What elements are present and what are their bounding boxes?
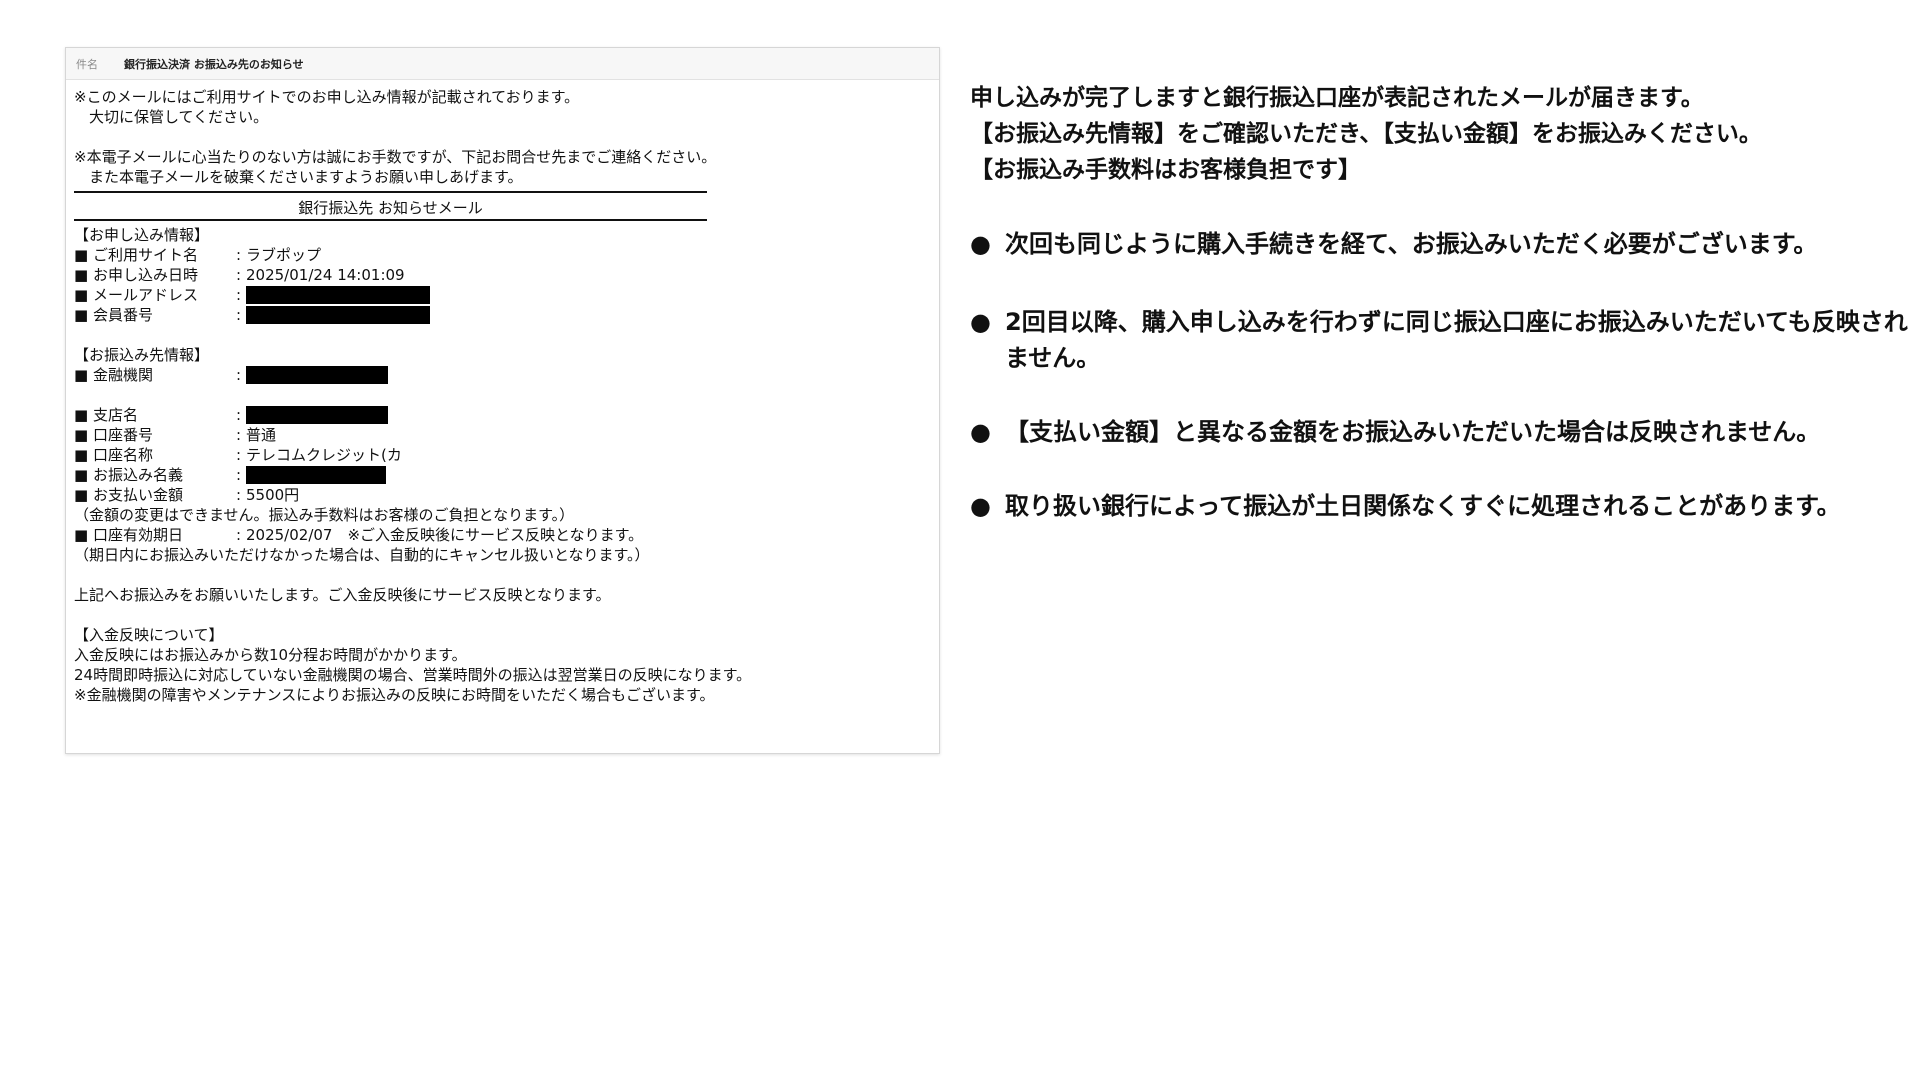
info-row: ■ 口座名称 : テレコムクレジット(カ — [74, 445, 931, 465]
note-item: ● 次回も同じように購入手続きを経て、お振込みいただく必要がございます。 — [970, 226, 1910, 262]
info-row: ■ 口座有効期日 : 2025/02/07 ※ご入金反映後にサービス反映となりま… — [74, 525, 931, 545]
note-item: ● 【支払い金額】と異なる金額をお振込みいただいた場合は反映されません。 — [970, 414, 1910, 450]
section-heading: 【お申し込み情報】 — [74, 226, 210, 244]
note-text: 2回目以降、購入申し込みを行わずに同じ振込口座にお振込みいただいても反映されませ… — [1005, 308, 1908, 372]
info-value: テレコムクレジット(カ — [246, 446, 402, 464]
section-heading: 【入金反映について】 — [74, 626, 224, 644]
redacted-branch — [246, 406, 388, 424]
separator: : — [236, 446, 242, 464]
bullet-icon: ● — [970, 418, 991, 446]
info-row: ■ 金融機関 : — [74, 365, 931, 385]
bullet-icon: ● — [970, 230, 991, 258]
info-key: ■ 口座有効期日 — [74, 526, 183, 544]
email-preview: 件名 銀行振込決済 お振込み先のお知らせ ※このメールにはご利用サイトでのお申し… — [65, 47, 940, 754]
info-key: ■ 会員番号 — [74, 306, 153, 324]
separator: : — [236, 266, 242, 284]
notice-line: ※このメールにはご利用サイトでのお申し込み情報が記載されております。 — [74, 88, 580, 106]
separator: : — [236, 406, 242, 424]
separator: : — [236, 366, 242, 384]
email-subject-bar: 件名 銀行振込決済 お振込み先のお知らせ — [66, 48, 939, 80]
note-text: 【支払い金額】と異なる金額をお振込みいただいた場合は反映されません。 — [1005, 418, 1821, 446]
notice-line: ※本電子メールに心当たりのない方は誠にお手数ですが、下記お問合せ先までご連絡くだ… — [74, 148, 717, 166]
info-value: 2025/01/24 14:01:09 — [246, 266, 405, 284]
cut-off-line — [74, 725, 931, 737]
info-key: ■ お申し込み日時 — [74, 266, 198, 284]
reflection-line: 24時間即時振込に対応していない金融機関の場合、営業時間外の振込は翌営業日の反映… — [74, 666, 752, 684]
note-item: ● 取り扱い銀行によって振込が土日関係なくすぐに処理されることがあります。 — [970, 488, 1910, 524]
subject-label: 件名 — [76, 57, 98, 71]
separator: : — [236, 466, 242, 484]
info-row: ■ ご利用サイト名 : ラブポップ — [74, 245, 931, 265]
info-value: 2025/02/07 ※ご入金反映後にサービス反映となります。 — [246, 526, 644, 544]
info-key: ■ ご利用サイト名 — [74, 246, 198, 264]
info-value: 5500円 — [246, 486, 300, 504]
redacted-bank — [246, 366, 388, 384]
reflection-line: ※金融機関の障害やメンテナンスによりお振込みの反映にお時間をいただく場合もござい… — [74, 686, 715, 704]
banner-title: 銀行振込先 お知らせメール — [298, 199, 483, 217]
request-line: 上記へお振込みをお願いいたします。ご入金反映後にサービス反映となります。 — [74, 586, 611, 604]
info-row: ■ お振込み名義 : — [74, 465, 931, 485]
note-text: 取り扱い銀行によって振込が土日関係なくすぐに処理されることがあります。 — [1005, 492, 1841, 520]
redacted-payer-name — [246, 466, 386, 484]
separator: : — [236, 306, 242, 324]
info-row: ■ お申し込み日時 : 2025/01/24 14:01:09 — [74, 265, 931, 285]
info-key: ■ 金融機関 — [74, 366, 153, 384]
instructions-panel: 申し込みが完了しますと銀行振込口座が表記されたメールが届きます。 【お振込み先情… — [970, 80, 1910, 524]
expiry-note: （期日内にお振込みいただけなかった場合は、自動的にキャンセル扱いとなります。） — [74, 546, 650, 564]
separator: : — [236, 286, 242, 304]
info-value: ラブポップ — [246, 246, 322, 264]
intro-line: 【お振込み先情報】をご確認いただき、【支払い金額】をお振込みください。 — [970, 121, 1762, 147]
divider — [74, 191, 707, 193]
notice-line: 大切に保管してください。 — [74, 108, 269, 126]
email-body: ※このメールにはご利用サイトでのお申し込み情報が記載されております。 大切に保管… — [66, 80, 939, 737]
subject-text: 銀行振込決済 お振込み先のお知らせ — [124, 57, 304, 71]
intro-line: 【お振込み手数料はお客様負担です】 — [970, 157, 1361, 183]
note-text: 次回も同じように購入手続きを経て、お振込みいただく必要がございます。 — [1005, 230, 1818, 258]
info-row: ■ 会員番号 : — [74, 305, 931, 325]
info-key: ■ お振込み名義 — [74, 466, 183, 484]
divider — [74, 219, 707, 221]
info-key: ■ メールアドレス — [74, 286, 198, 304]
info-value: 普通 — [246, 426, 277, 444]
info-key: ■ 口座名称 — [74, 446, 153, 464]
section-heading: 【お振込み先情報】 — [74, 346, 210, 364]
amount-note: （金額の変更はできません。振込み手数料はお客様のご負担となります。） — [74, 506, 575, 524]
info-key: ■ 支店名 — [74, 406, 138, 424]
info-row: ■ 支店名 : — [74, 405, 931, 425]
info-row: ■ 口座番号 : 普通 — [74, 425, 931, 445]
notice-line: また本電子メールを破棄くださいますようお願い申しあげます。 — [74, 168, 523, 186]
info-row: ■ お支払い金額 : 5500円 — [74, 485, 931, 505]
reflection-line: 入金反映にはお振込みから数10分程お時間がかかります。 — [74, 646, 467, 664]
info-row: ■ メールアドレス : — [74, 285, 931, 305]
info-key: ■ 口座番号 — [74, 426, 153, 444]
separator: : — [236, 246, 242, 264]
separator: : — [236, 486, 242, 504]
bullet-icon: ● — [970, 492, 991, 520]
intro-text: 申し込みが完了しますと銀行振込口座が表記されたメールが届きます。 【お振込み先情… — [970, 80, 1910, 188]
redacted-email — [246, 286, 430, 304]
info-key: ■ お支払い金額 — [74, 486, 183, 504]
separator: : — [236, 426, 242, 444]
bullet-icon: ● — [970, 308, 991, 336]
redacted-member-id — [246, 306, 430, 324]
separator: : — [236, 526, 242, 544]
note-item: ● 2回目以降、購入申し込みを行わずに同じ振込口座にお振込みいただいても反映され… — [970, 304, 1910, 376]
intro-line: 申し込みが完了しますと銀行振込口座が表記されたメールが届きます。 — [970, 85, 1704, 111]
